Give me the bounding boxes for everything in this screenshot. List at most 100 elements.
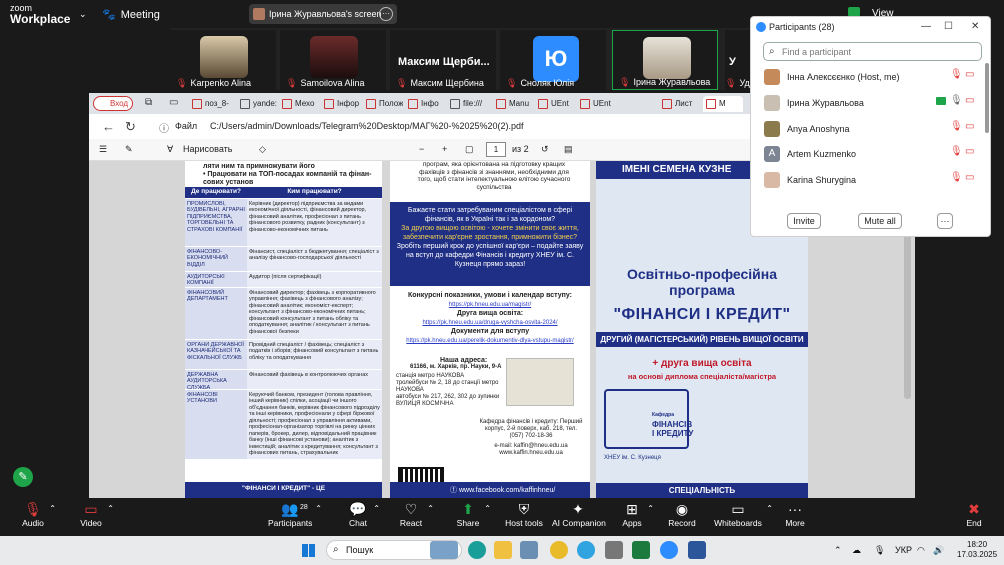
zoom-app-icon[interactable] [660, 541, 678, 559]
browser-tab[interactable]: Мехо [279, 96, 319, 112]
second-degree-link[interactable]: https://pk.hneu.edu.ua/druga-vyshcha-osv… [390, 319, 590, 327]
refresh-icon[interactable]: ↻ [125, 119, 136, 135]
mic-muted-icon[interactable]: 🎙 [950, 146, 963, 157]
browser-tab[interactable]: поз_8- [189, 96, 235, 112]
tab-actions-icon[interactable]: ▭ [169, 97, 178, 108]
share-button[interactable]: ⬆ Share ⌃ [455, 498, 491, 536]
windows-start-icon[interactable] [302, 544, 315, 557]
page-number-input[interactable]: 1 [486, 142, 506, 157]
excel-icon[interactable] [632, 541, 650, 559]
react-button[interactable]: ♡ React ⌃ [398, 498, 434, 536]
file-explorer-icon[interactable] [494, 541, 512, 559]
chevron-up-icon[interactable]: ⌃ [315, 504, 322, 513]
video-button[interactable]: ▭ Video ⌃ [78, 498, 114, 536]
two-page-icon[interactable]: ▤ [564, 144, 573, 155]
browser-tab[interactable]: Інфо [405, 96, 445, 112]
chevron-up-icon[interactable]: ⌃ [107, 504, 114, 513]
language-indicator[interactable]: УКР [895, 545, 912, 555]
browser-tab[interactable]: Інфор [321, 96, 361, 112]
word-icon[interactable] [688, 541, 706, 559]
chrome-icon[interactable] [550, 541, 568, 559]
video-tile-active-speaker[interactable]: 🎙 Ірина Журавльова [612, 30, 718, 90]
rotate-icon[interactable]: ↺ [541, 144, 549, 155]
chevron-up-icon[interactable]: ⌃ [834, 545, 842, 556]
video-off-icon[interactable]: ▭ [965, 69, 974, 80]
edge-icon[interactable] [468, 541, 486, 559]
zoom-out-icon[interactable]: − [419, 144, 424, 154]
chevron-up-icon[interactable]: ⌃ [427, 504, 434, 513]
mic-muted-icon[interactable]: 🎙 [950, 69, 963, 80]
mute-all-button[interactable]: Mute all [858, 213, 902, 229]
cloud-icon[interactable]: ☁ [852, 545, 861, 556]
draw-button[interactable]: Нарисовать [183, 144, 232, 154]
mic-icon[interactable]: 🎙 [874, 545, 885, 556]
participant-row[interactable]: Karina Shurygina 🎙 ▭ [751, 167, 990, 192]
calculator-icon[interactable] [605, 541, 623, 559]
chevron-up-icon[interactable]: ⌃ [766, 504, 773, 513]
video-tile[interactable]: Ю 🎙 Сноляк Юлія [500, 30, 606, 90]
more-button[interactable]: ··· More [784, 498, 806, 536]
video-off-icon[interactable]: ▭ [965, 172, 974, 183]
mic-icon[interactable]: 🎙 [950, 95, 963, 106]
ai-companion-button[interactable]: ✦ AI Companion [552, 498, 606, 536]
documents-link[interactable]: https://pk.hneu.edu.ua/perelik-dokumenti… [390, 337, 590, 345]
search-highlight-icon[interactable] [430, 541, 458, 559]
maximize-icon[interactable]: ☐ [944, 21, 953, 32]
browser-tab[interactable]: file:/// [447, 96, 491, 112]
browser-tab[interactable]: Полож [363, 96, 403, 112]
eraser-icon[interactable]: ◇ [259, 144, 266, 155]
login-button[interactable]: Вход [93, 96, 133, 111]
admission-link[interactable]: https://pk.hneu.edu.ua/magistr/ [390, 301, 590, 309]
participant-row[interactable]: Інна Алексєєнко (Host, me) 🎙 ▭ [751, 64, 990, 89]
chevron-up-icon[interactable]: ⌃ [647, 504, 654, 513]
store-icon[interactable] [520, 541, 538, 559]
participant-row[interactable]: Ірина Журавльова 🎙 ▭ [751, 90, 990, 115]
chevron-up-icon[interactable]: ⌃ [484, 504, 491, 513]
video-tile[interactable]: 🎙 Karpenko Alina [170, 30, 276, 90]
video-tile[interactable]: Максим Щерби... 🎙 Максим Щербина [390, 30, 496, 90]
draw-icon[interactable]: ∀ [167, 144, 173, 155]
chevron-down-icon[interactable]: ⌄ [79, 9, 87, 20]
browser-tab[interactable]: Лист [659, 96, 701, 112]
invite-button[interactable]: Invite [787, 213, 821, 229]
end-meeting-button[interactable]: ✖ End [964, 498, 984, 536]
info-icon[interactable]: ⓘ [159, 120, 169, 135]
zoom-workplace-logo[interactable]: zoom Workplace [10, 3, 70, 25]
pdf-scrollbar[interactable] [904, 229, 911, 399]
browser-tab[interactable]: UEnt [577, 96, 617, 112]
close-icon[interactable]: ✕ [971, 21, 979, 32]
meeting-info-button[interactable]: 🐾 Meeting [102, 8, 160, 21]
browser-tab[interactable]: UEnt [535, 96, 575, 112]
zoom-in-icon[interactable]: + [442, 144, 447, 154]
participant-row[interactable]: Anya Anoshyna 🎙 ▭ [751, 116, 990, 141]
browser-tab[interactable]: yande: [237, 96, 277, 112]
wifi-icon[interactable]: ◠ [917, 545, 925, 556]
browser-tab[interactable]: Manu [493, 96, 533, 112]
video-tile[interactable]: У 🎙Удо [725, 30, 750, 90]
participant-row[interactable]: A Artem Kuzmenko 🎙 ▭ [751, 141, 990, 166]
volume-icon[interactable]: 🔊 [933, 545, 944, 556]
participant-search-input[interactable]: ⌕ Find a participant [763, 42, 982, 61]
more-options-button[interactable]: ··· [937, 213, 953, 229]
chevron-up-icon[interactable]: ⌃ [49, 504, 56, 513]
chevron-up-icon[interactable]: ⌃ [373, 504, 380, 513]
participants-scrollbar[interactable] [985, 63, 989, 133]
annotate-pencil-icon[interactable]: ✎ [13, 467, 33, 487]
video-tile[interactable]: 🎙 Samoilova Alina [280, 30, 386, 90]
minimize-icon[interactable]: — [921, 21, 931, 32]
record-button[interactable]: ◉ Record [668, 498, 696, 536]
video-off-icon[interactable]: ▭ [965, 121, 974, 132]
telegram-icon[interactable] [577, 541, 595, 559]
mic-muted-icon[interactable]: 🎙 [950, 121, 963, 132]
contents-icon[interactable]: ☰ [99, 144, 107, 155]
apps-button[interactable]: ⊞ Apps ⌃ [620, 498, 654, 536]
mic-muted-icon[interactable]: 🎙 [950, 172, 963, 183]
address-field[interactable]: C:/Users/admin/Downloads/Telegram%20Desk… [210, 121, 524, 131]
browser-tab-active[interactable]: М [703, 96, 743, 112]
collections-icon[interactable]: ⧉ [145, 97, 152, 108]
audio-button[interactable]: 🎙 Audio ⌃ [20, 498, 56, 536]
highlight-icon[interactable]: ✎ [125, 144, 133, 155]
whiteboards-button[interactable]: ▭ Whiteboards ⌃ [713, 498, 773, 536]
facebook-link[interactable]: www.facebook.com/kaffinhneu/ [459, 487, 555, 494]
host-tools-button[interactable]: ⛨ Host tools [505, 498, 543, 536]
